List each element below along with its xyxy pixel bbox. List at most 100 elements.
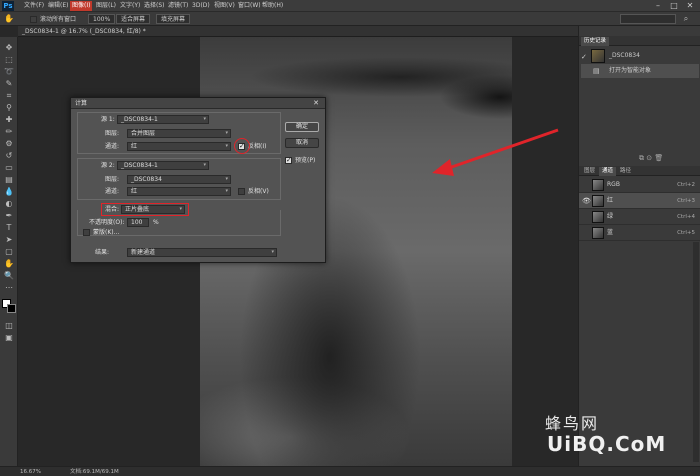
mask-checkbox[interactable] — [83, 229, 90, 236]
zoom-tool-icon[interactable]: 🔍 — [3, 271, 15, 281]
source1-invert-label: 反相(I) — [248, 143, 267, 150]
source2-layer-value: _DSC0834 — [131, 176, 162, 183]
tab-paths[interactable]: 路径 — [617, 167, 634, 176]
maximize-icon[interactable]: □ — [668, 1, 680, 11]
path-select-tool-icon[interactable]: ➤ — [3, 235, 15, 245]
ok-button[interactable]: 确定 — [285, 122, 319, 132]
quick-mask-icon[interactable]: ◫ — [3, 321, 15, 331]
menu-image[interactable]: 图像(I) — [70, 1, 93, 11]
move-tool-icon[interactable]: ✥ — [3, 43, 15, 53]
channel-name: RGB — [607, 181, 620, 188]
result-select[interactable]: 新建通道 ▾ — [127, 248, 277, 257]
source1-file-select[interactable]: _DSC0834-1 ▾ — [117, 115, 209, 124]
eyedropper-tool-icon[interactable]: ⚲ — [3, 103, 15, 113]
tab-channels[interactable]: 通道 — [599, 167, 617, 176]
document-title: _DSC0834-1 @ 16.7% (_DSC0834, 红/8) * — [22, 28, 146, 35]
healing-tool-icon[interactable]: ✚ — [3, 115, 15, 125]
chevron-down-icon: ▾ — [225, 130, 228, 136]
menu-3d[interactable]: 3D(D) — [190, 1, 212, 11]
minimize-icon[interactable]: – — [652, 1, 664, 11]
channel-shortcut: Ctrl+3 — [677, 198, 695, 204]
photoshop-logo: Ps — [2, 1, 14, 11]
cancel-button[interactable]: 取消 — [285, 138, 319, 148]
quick-select-tool-icon[interactable]: ✎ — [3, 79, 15, 89]
mask-label: 蒙版(K)... — [93, 229, 120, 236]
source2-invert-checkbox[interactable] — [238, 188, 245, 195]
source1-channel-value: 红 — [131, 143, 138, 150]
blur-tool-icon[interactable]: 💧 — [3, 187, 15, 197]
channel-thumbnail — [592, 211, 604, 223]
type-tool-icon[interactable]: T — [3, 223, 15, 233]
result-label: 结果: — [95, 249, 110, 256]
menu-help[interactable]: 帮助(H) — [260, 1, 285, 11]
history-snapshot-label: _DSC0834 — [609, 52, 640, 59]
right-panels: 历史记录 ✓ _DSC0834 ▤ 打开为智能对象 ⧉ ⊙ 🗑 图层 通道 路径… — [578, 26, 700, 466]
scroll-all-checkbox[interactable] — [30, 16, 37, 23]
channel-name: 绿 — [607, 213, 614, 220]
channel-row-rgb[interactable]: RGB Ctrl+2 — [579, 177, 700, 193]
preview-checkbox[interactable] — [285, 156, 292, 164]
menu-filter[interactable]: 滤镜(T) — [166, 1, 190, 11]
source2-file-select[interactable]: _DSC0834-1 ▾ — [117, 161, 209, 170]
zoom-level[interactable]: 16.67% — [20, 468, 41, 476]
document-size: 文档:69.1M/69.1M — [70, 469, 119, 475]
menu-layer[interactable]: 图层(L) — [94, 1, 118, 11]
gradient-tool-icon[interactable]: ▤ — [3, 175, 15, 185]
chevron-down-icon: ▾ — [203, 116, 206, 122]
opacity-input[interactable]: 100 — [127, 218, 149, 227]
history-snapshot-row[interactable]: ✓ _DSC0834 — [581, 48, 699, 64]
source2-label: 源 2: — [101, 162, 115, 169]
chevron-down-icon: ▾ — [203, 162, 206, 168]
brush-tool-icon[interactable]: ✏ — [3, 127, 15, 137]
pen-tool-icon[interactable]: ✒ — [3, 211, 15, 221]
eraser-tool-icon[interactable]: ▭ — [3, 163, 15, 173]
shape-tool-icon[interactable]: ▢ — [3, 247, 15, 257]
zoom-100-button[interactable]: 100% — [88, 14, 116, 24]
scroll-all-label: 滚动所有窗口 — [40, 16, 77, 23]
search-icon[interactable]: ⌕ — [680, 14, 692, 24]
menu-view[interactable]: 视图(V) — [212, 1, 237, 11]
tab-history[interactable]: 历史记录 — [581, 37, 610, 46]
lasso-tool-icon[interactable]: ➰ — [3, 67, 15, 77]
channel-name: 红 — [607, 197, 614, 204]
history-step-row[interactable]: ▤ 打开为智能对象 — [581, 64, 699, 78]
dodge-tool-icon[interactable]: ◐ — [3, 199, 15, 209]
tab-layers[interactable]: 图层 — [581, 167, 598, 176]
source1-label: 源 1: — [101, 116, 115, 123]
close-icon[interactable]: ✕ — [684, 1, 696, 11]
source1-channel-select[interactable]: 红 ▾ — [127, 142, 231, 151]
menu-file[interactable]: 文件(F) — [22, 1, 46, 11]
history-brush-tool-icon[interactable]: ↺ — [3, 151, 15, 161]
source2-layer-select[interactable]: _DSC0834 ▾ — [127, 175, 231, 184]
edit-toolbar-icon[interactable]: ⋯ — [3, 283, 15, 293]
chevron-down-icon: ▾ — [225, 188, 228, 194]
dialog-close-icon[interactable]: ✕ — [311, 99, 321, 107]
hand-tool-icon: ✋ — [4, 14, 14, 23]
dialog-titlebar[interactable]: 计算 ✕ — [71, 98, 325, 109]
crop-tool-icon[interactable]: ⌗ — [3, 91, 15, 101]
document-tab[interactable]: _DSC0834-1 @ 16.7% (_DSC0834, 红/8) * — [18, 26, 578, 37]
source1-layer-select[interactable]: 合并图层 ▾ — [127, 129, 231, 138]
history-panel-tabs: 历史记录 — [579, 36, 700, 46]
menu-window[interactable]: 窗口(W) — [236, 1, 263, 11]
channel-row-green[interactable]: 绿 Ctrl+4 — [579, 209, 700, 225]
menu-select[interactable]: 选择(S) — [142, 1, 167, 11]
source2-channel-select[interactable]: 红 ▾ — [127, 187, 231, 196]
eye-icon[interactable]: 👁 — [582, 193, 591, 209]
menu-type[interactable]: 文字(Y) — [118, 1, 142, 11]
source2-channel-value: 红 — [131, 188, 138, 195]
marquee-tool-icon[interactable]: ⬚ — [3, 55, 15, 65]
workspace-select[interactable] — [620, 14, 676, 24]
fill-screen-button[interactable]: 填充屏幕 — [156, 14, 191, 24]
screen-mode-icon[interactable]: ▣ — [3, 333, 15, 343]
hand-tool-icon[interactable]: ✋ — [3, 259, 15, 269]
chevron-down-icon: ▾ — [271, 249, 274, 255]
menu-edit[interactable]: 编辑(E) — [46, 1, 70, 11]
channel-thumbnail — [592, 179, 604, 191]
stamp-tool-icon[interactable]: ⚙ — [3, 139, 15, 149]
background-color-swatch[interactable] — [7, 304, 16, 313]
channel-row-red[interactable]: 👁 红 Ctrl+3 — [579, 193, 700, 209]
opacity-unit: % — [153, 219, 159, 226]
channel-row-blue[interactable]: 蓝 Ctrl+5 — [579, 225, 700, 241]
fit-screen-button[interactable]: 适合屏幕 — [116, 14, 151, 24]
